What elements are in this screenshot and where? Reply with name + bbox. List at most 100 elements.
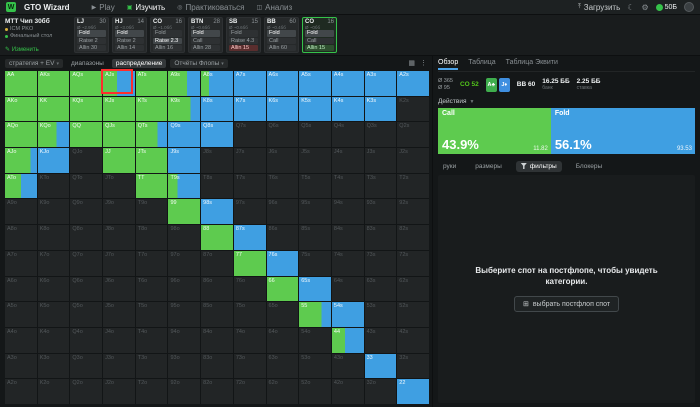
action-fold[interactable]: Fold xyxy=(229,30,258,37)
hand-cell-Q2s[interactable]: Q2s xyxy=(397,122,429,148)
balance-badge[interactable]: 50Б xyxy=(655,3,677,11)
hand-cell-55[interactable]: 55 xyxy=(299,302,331,327)
hand-cell-Q8o[interactable]: Q8o xyxy=(70,225,103,250)
hand-cell-99[interactable]: 99 xyxy=(168,199,201,225)
hand-cell-K2s[interactable]: K2s xyxy=(397,96,429,122)
hand-cell-72s[interactable]: 72s xyxy=(397,250,429,276)
hand-cell-53s[interactable]: 53s xyxy=(364,302,397,327)
strategy-bar-call[interactable]: Call 43.9% 11.82 xyxy=(438,108,551,154)
hand-cell-63s[interactable]: 63s xyxy=(364,276,397,302)
hand-cell-JTs[interactable]: JTs xyxy=(135,148,168,173)
hand-cell-J2o[interactable]: J2o xyxy=(103,379,135,404)
hand-cell-62o[interactable]: 62o xyxy=(266,379,299,404)
hand-cell-K6s[interactable]: K6s xyxy=(266,96,299,122)
hand-cell-K5o[interactable]: K5o xyxy=(37,302,70,327)
hand-cell-73o[interactable]: 73o xyxy=(233,353,266,379)
hand-cell-A3s[interactable]: A3s xyxy=(364,71,397,96)
hand-cell-J5s[interactable]: J5s xyxy=(299,148,331,173)
edit-spot-button[interactable]: ✎ Изменить xyxy=(5,46,71,53)
action-fold[interactable]: Fold xyxy=(115,30,144,37)
hand-cell-73s[interactable]: 73s xyxy=(364,250,397,276)
hand-cell-Q5o[interactable]: Q5o xyxy=(70,302,103,327)
hand-cell-T3s[interactable]: T3s xyxy=(364,173,397,199)
hand-cell-QJo[interactable]: QJo xyxy=(70,148,103,173)
choose-postflop-button[interactable]: ⊞ выбрать постфлоп спот xyxy=(513,296,620,313)
hand-cell-94s[interactable]: 94s xyxy=(331,199,364,225)
hand-cell-J6s[interactable]: J6s xyxy=(266,148,299,173)
hand-cell-Q6o[interactable]: Q6o xyxy=(70,276,103,302)
hand-cell-A4o[interactable]: A4o xyxy=(5,327,37,353)
action-fold[interactable]: Fold xyxy=(191,30,220,37)
hand-cell-92o[interactable]: 92o xyxy=(168,379,201,404)
hand-cell-A9s[interactable]: A9s xyxy=(168,71,201,96)
hand-cell-52s[interactable]: 52s xyxy=(397,302,429,327)
subtab-руки[interactable]: руки xyxy=(438,161,461,172)
hand-cell-AA[interactable]: AA xyxy=(5,71,37,96)
hand-cell-33[interactable]: 33 xyxy=(364,353,397,379)
hand-cell-K3o[interactable]: K3o xyxy=(37,353,70,379)
action-raise[interactable]: Raise 2 xyxy=(115,37,144,44)
hand-cell-66[interactable]: 66 xyxy=(266,276,299,302)
more-options-icon[interactable]: ⋮ xyxy=(420,59,427,67)
hand-cell-Q3o[interactable]: Q3o xyxy=(70,353,103,379)
grid-tab-распределение[interactable]: распределение xyxy=(111,58,167,68)
hand-cell-T6s[interactable]: T6s xyxy=(266,173,299,199)
action-allin[interactable]: Allin 14 xyxy=(115,44,144,51)
hand-cell-KJo[interactable]: KJo xyxy=(37,148,70,173)
position-panel-lj[interactable]: LJ 30 Ø ~2.9бб Fold Raise 2 Allin 30 xyxy=(74,17,109,53)
hand-cell-A8s[interactable]: A8s xyxy=(201,71,233,96)
action-fold[interactable]: Fold xyxy=(267,30,296,37)
hand-cell-93o[interactable]: 93o xyxy=(168,353,201,379)
hand-cell-K4o[interactable]: K4o xyxy=(37,327,70,353)
hand-cell-83o[interactable]: 83o xyxy=(201,353,233,379)
hand-cell-Q3s[interactable]: Q3s xyxy=(364,122,397,148)
hand-cell-T6o[interactable]: T6o xyxy=(135,276,168,302)
hand-cell-T5s[interactable]: T5s xyxy=(299,173,331,199)
hand-cell-A6s[interactable]: A6s xyxy=(266,71,299,96)
hand-cell-Q4s[interactable]: Q4s xyxy=(331,122,364,148)
upload-button[interactable]: ⤒ Загрузить xyxy=(578,3,620,12)
hand-cell-87s[interactable]: 87s xyxy=(233,225,266,250)
hand-cell-98o[interactable]: 98o xyxy=(168,225,201,250)
grid-view-icon[interactable]: ▦ xyxy=(408,59,415,67)
position-panel-sb[interactable]: SB 15 Ø ~0.6бб Fold Raise 4.3 Allin 15 xyxy=(226,17,261,53)
grid-tab-стратегия-+-EV[interactable]: стратегия + EV ▾ xyxy=(5,58,63,68)
nav-item-play[interactable]: ▶ Play xyxy=(92,3,115,12)
action-call[interactable]: Call xyxy=(267,37,296,44)
hand-cell-T9o[interactable]: T9o xyxy=(135,199,168,225)
tab-Обзор[interactable]: Обзор xyxy=(438,57,459,70)
hand-cell-K6o[interactable]: K6o xyxy=(37,276,70,302)
grid-tab-Отчёты-Флопы[interactable]: Отчёты Флопы ▾ xyxy=(170,58,228,68)
hand-cell-K9s[interactable]: K9s xyxy=(168,96,201,122)
hand-cell-86s[interactable]: 86s xyxy=(266,225,299,250)
hand-cell-84s[interactable]: 84s xyxy=(331,225,364,250)
action-allin[interactable]: Allin 60 xyxy=(267,44,296,51)
hand-cell-T3o[interactable]: T3o xyxy=(135,353,168,379)
position-panel-co[interactable]: CO 16 Ø ~0бб Fold Call Allin 15 xyxy=(302,17,337,53)
action-call[interactable]: Call xyxy=(305,37,334,44)
hand-cell-54s[interactable]: 54s xyxy=(331,302,364,327)
action-raise[interactable]: Raise 4.3 xyxy=(229,37,258,44)
action-fold[interactable]: Fold xyxy=(77,30,106,37)
hand-cell-AKs[interactable]: AKs xyxy=(37,71,70,96)
hand-cell-32s[interactable]: 32s xyxy=(397,353,429,379)
hand-cell-K3s[interactable]: K3s xyxy=(364,96,397,122)
position-panel-bb[interactable]: BB 60 Ø ~0.4бб Fold Call Allin 60 xyxy=(264,17,299,53)
hand-cell-KTo[interactable]: KTo xyxy=(37,173,70,199)
hand-cell-85s[interactable]: 85s xyxy=(299,225,331,250)
hand-cell-KJs[interactable]: KJs xyxy=(103,96,135,122)
action-allin[interactable]: Allin 15 xyxy=(305,44,334,51)
hand-cell-AJo[interactable]: AJo xyxy=(5,148,37,173)
strategy-bar-fold[interactable]: Fold 56.1% 93.53 xyxy=(550,108,695,154)
subtab-размеры[interactable]: размеры xyxy=(470,161,507,172)
position-panel-hj[interactable]: HJ 14 Ø ~3.0бб Fold Raise 2 Allin 14 xyxy=(112,17,147,53)
hand-cell-Q5s[interactable]: Q5s xyxy=(299,122,331,148)
hand-cell-AJs[interactable]: AJs xyxy=(103,71,135,96)
action-raise[interactable]: Raise 2.3 xyxy=(153,37,182,44)
tab-Таблица-Эквити[interactable]: Таблица Эквити xyxy=(506,57,558,70)
hand-cell-76s[interactable]: 76s xyxy=(266,250,299,276)
hand-cell-T8o[interactable]: T8o xyxy=(135,225,168,250)
hand-cell-95s[interactable]: 95s xyxy=(299,199,331,225)
hand-cell-T8s[interactable]: T8s xyxy=(201,173,233,199)
hand-cell-QQ[interactable]: QQ xyxy=(70,122,103,148)
